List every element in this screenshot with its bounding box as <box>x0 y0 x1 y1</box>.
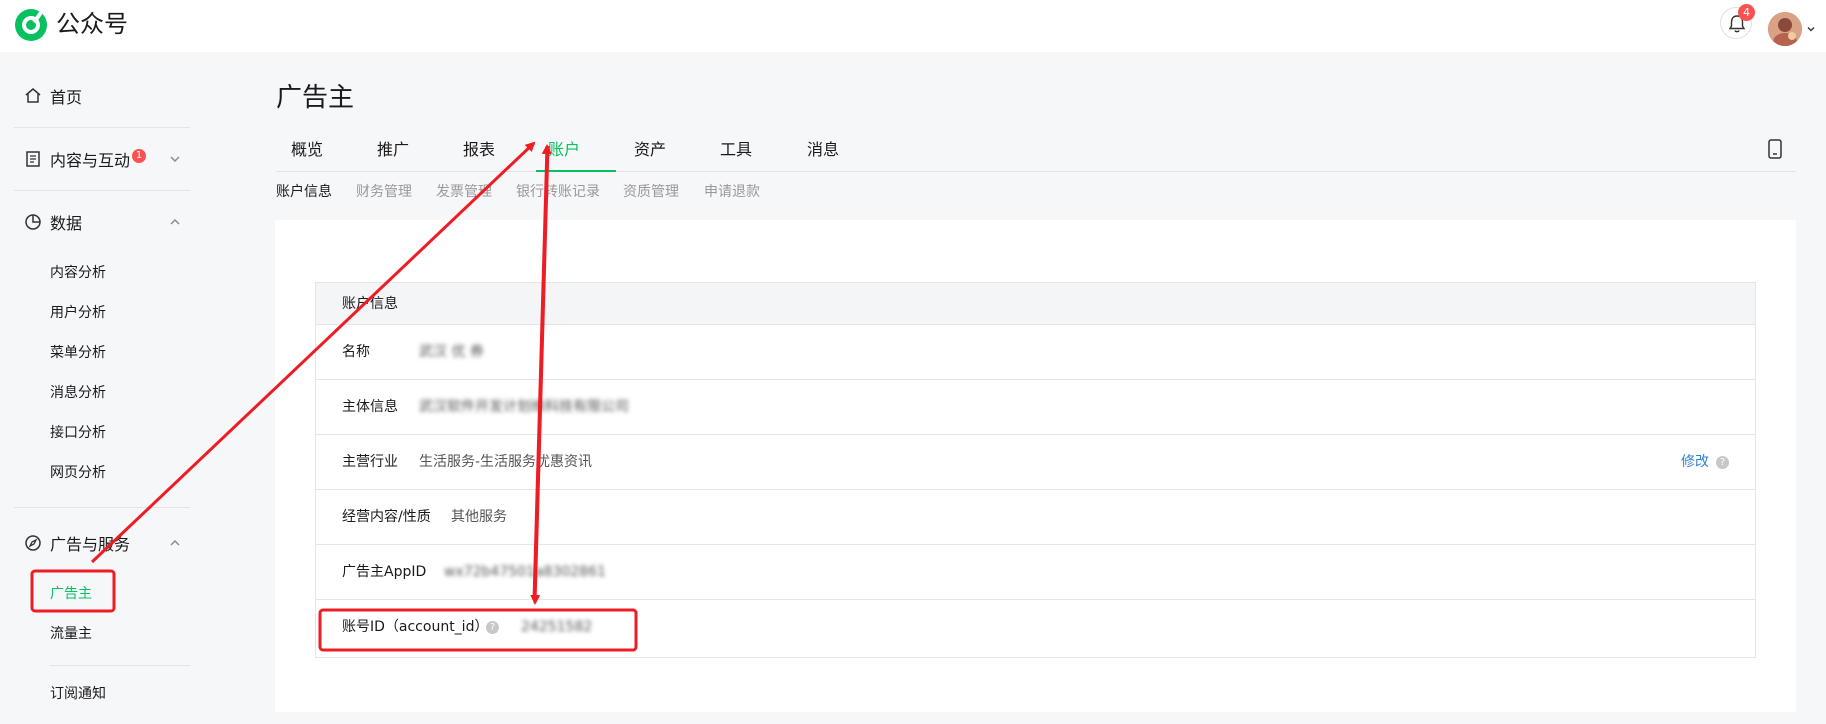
sidebar-item-label: 广告与服务 <box>50 535 131 554</box>
pie-chart-icon <box>25 214 41 230</box>
wechat-mp-logo-icon[interactable] <box>13 7 49 43</box>
table-header: 账户信息 <box>316 283 1755 325</box>
row-label: 经营内容/性质 <box>342 509 431 525</box>
page-title: 广告主 <box>276 83 355 113</box>
home-icon <box>25 88 41 103</box>
sidebar-item-content[interactable]: 内容与互动 1 <box>24 143 190 175</box>
chevron-down-icon[interactable] <box>168 152 182 166</box>
sidebar-divider <box>14 190 190 191</box>
sidebar-item-advertiser[interactable]: 广告主 <box>50 580 92 608</box>
sidebar-item-web-analysis[interactable]: 网页分析 <box>50 459 106 487</box>
top-bar: 公众号 <box>0 0 1826 52</box>
mobile-preview-icon[interactable] <box>1766 139 1784 159</box>
table-row-entity: 主体信息 武汉软件开发计划维科技有限公司 <box>316 380 1755 435</box>
sidebar-divider <box>50 665 190 666</box>
row-value: 24251582 <box>521 619 593 635</box>
sidebar-item-content-analysis[interactable]: 内容分析 <box>50 259 106 287</box>
subtab-finance[interactable]: 财务管理 <box>356 180 412 204</box>
help-icon[interactable]: ? <box>1716 456 1729 469</box>
tab-account[interactable]: 账户 <box>548 138 580 162</box>
sidebar-item-user-analysis[interactable]: 用户分析 <box>50 299 106 327</box>
document-icon <box>26 151 40 167</box>
avatar-image-icon <box>1768 12 1802 46</box>
table-row-industry: 主营行业 生活服务-生活服务优惠资讯 修改 ? <box>316 435 1755 490</box>
row-value: 武汉 优 券 <box>419 344 484 360</box>
content-badge: 1 <box>132 149 147 163</box>
sidebar-item-publisher[interactable]: 流量主 <box>50 620 92 648</box>
sidebar-item-ads[interactable]: 广告与服务 <box>24 527 190 559</box>
subtab-qualification[interactable]: 资质管理 <box>623 180 679 204</box>
row-value: 其他服务 <box>451 509 507 525</box>
table-row-appid: 广告主AppID wx72b47501a8302861 <box>316 545 1755 600</box>
account-info-table: 账户信息 名称 武汉 优 券 主体信息 武汉软件开发计划维科技有限公司 主营行业… <box>315 282 1756 658</box>
sidebar-item-api-analysis[interactable]: 接口分析 <box>50 419 106 447</box>
chevron-up-icon[interactable] <box>168 215 182 229</box>
avatar[interactable] <box>1768 12 1802 46</box>
row-label: 名称 <box>342 344 370 360</box>
sidebar-item-menu-analysis[interactable]: 菜单分析 <box>50 339 106 367</box>
tab-promotion[interactable]: 推广 <box>377 138 409 162</box>
notification-badge: 4 <box>1738 4 1755 21</box>
tab-assets[interactable]: 资产 <box>634 138 666 162</box>
sidebar-item-message-analysis[interactable]: 消息分析 <box>50 379 106 407</box>
chevron-down-icon[interactable] <box>1806 24 1816 34</box>
active-tab-indicator <box>536 170 616 172</box>
brand-name[interactable]: 公众号 <box>56 8 128 40</box>
table-header-title: 账户信息 <box>342 296 398 312</box>
subtab-invoice[interactable]: 发票管理 <box>436 180 492 204</box>
row-label: 账号ID（account_id） <box>342 619 489 635</box>
sidebar-item-label: 数据 <box>50 214 83 233</box>
subtab-refund[interactable]: 申请退款 <box>704 180 760 204</box>
compass-icon <box>25 535 41 551</box>
chevron-up-icon[interactable] <box>168 536 182 550</box>
tab-tools[interactable]: 工具 <box>720 138 752 162</box>
tab-overview[interactable]: 概览 <box>291 138 323 162</box>
row-value: 生活服务-生活服务优惠资讯 <box>419 454 593 470</box>
sidebar-item-home[interactable]: 首页 <box>24 80 190 112</box>
row-value: 武汉软件开发计划维科技有限公司 <box>419 399 629 415</box>
help-icon[interactable]: ? <box>486 621 499 634</box>
sidebar-item-label: 内容与互动 <box>50 151 131 170</box>
edit-industry-link[interactable]: 修改 <box>1681 452 1709 472</box>
tab-reports[interactable]: 报表 <box>463 138 495 162</box>
row-label: 主营行业 <box>342 454 398 470</box>
table-row-account-id: 账号ID（account_id） ? 24251582 <box>316 600 1755 655</box>
sidebar-item-label: 首页 <box>50 88 83 107</box>
row-value: wx72b47501a8302861 <box>444 564 606 580</box>
table-row-name: 名称 武汉 优 券 <box>316 325 1755 380</box>
subtab-account-info[interactable]: 账户信息 <box>276 180 332 204</box>
table-row-business-nature: 经营内容/性质 其他服务 <box>316 490 1755 545</box>
row-label: 广告主AppID <box>342 564 427 580</box>
sidebar-item-data[interactable]: 数据 <box>24 206 190 238</box>
sidebar-divider <box>14 127 190 128</box>
sidebar-divider <box>14 507 190 508</box>
main-tabs: 概览 推广 报表 账户 资产 工具 消息 <box>276 130 1796 172</box>
sidebar-item-subscribe-notice[interactable]: 订阅通知 <box>50 680 106 708</box>
row-label: 主体信息 <box>342 399 398 415</box>
tab-messages[interactable]: 消息 <box>807 138 839 162</box>
subtab-bank-transfer[interactable]: 银行转账记录 <box>516 180 600 204</box>
